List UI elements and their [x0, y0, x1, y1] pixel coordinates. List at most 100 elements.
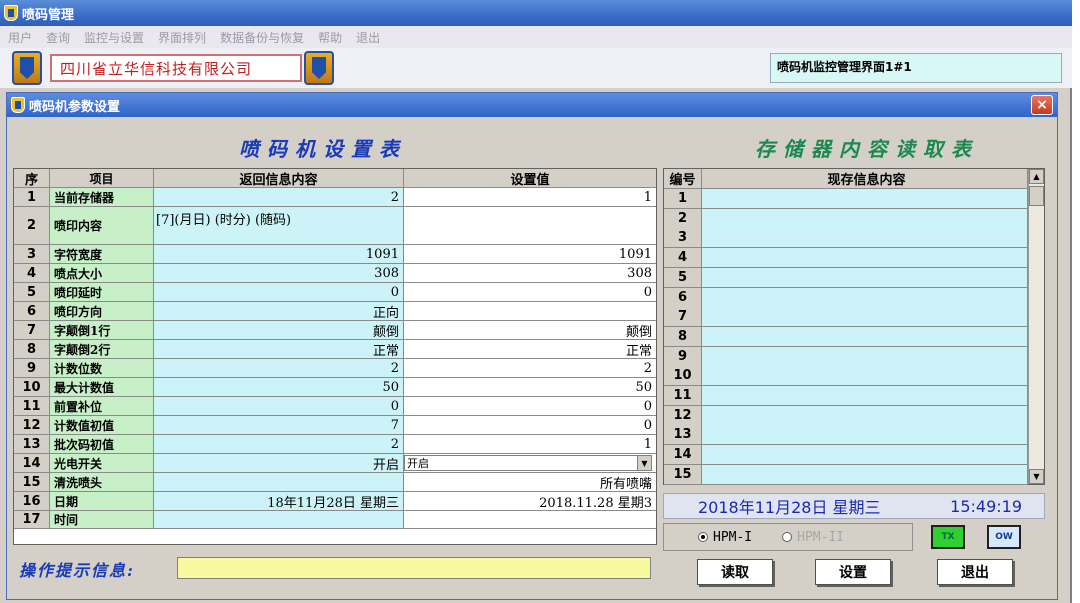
row-item-label: 喷印内容 [50, 207, 154, 244]
company-logo-icon [12, 51, 42, 85]
row-item-label: 计数位数 [50, 359, 154, 377]
table-row: 15 清洗喷头 所有喷嘴 [14, 473, 656, 492]
memory-row[interactable]: 12 [664, 405, 1028, 426]
memory-row[interactable]: 4 [664, 248, 1028, 269]
memory-row[interactable]: 6 [664, 287, 1028, 308]
setting-value-cell[interactable]: 2 [404, 359, 656, 377]
tx-indicator: TX [931, 525, 965, 549]
setting-value-cell[interactable]: 正常 [404, 340, 656, 358]
read-button[interactable]: 读取 [697, 559, 773, 585]
row-item-label: 喷点大小 [50, 264, 154, 282]
return-value-cell: 1091 [154, 245, 404, 263]
exit-button[interactable]: 退出 [937, 559, 1013, 585]
setting-value-cell[interactable]: 308 [404, 264, 656, 282]
radio-unselected-icon[interactable] [782, 532, 793, 542]
setting-value-cell[interactable]: 0 [404, 397, 656, 415]
menu-backup-restore[interactable]: 数据备份与恢复 [220, 29, 304, 46]
memory-row-number: 10 [664, 366, 702, 386]
radio-hpm-1[interactable]: HPM-I [698, 530, 752, 545]
row-number: 9 [14, 359, 50, 377]
menu-layout[interactable]: 界面排列 [158, 29, 206, 46]
column-header: 项目 [50, 169, 154, 187]
setting-value-cell[interactable]: 1091 [404, 245, 656, 263]
setting-value-cell[interactable]: 开启 ▼ [404, 454, 656, 472]
row-item-label: 计数值初值 [50, 416, 154, 434]
row-number: 17 [14, 511, 50, 528]
memory-row[interactable]: 7 [664, 307, 1028, 328]
setting-value-cell[interactable]: 所有喷嘴 [404, 473, 656, 491]
table-row: 14 光电开关 开启 开启 ▼ [14, 454, 656, 473]
memory-content-cell [702, 346, 1028, 366]
date-display: 2018年11月28日 星期三 [698, 498, 881, 517]
close-button[interactable]: × [1031, 95, 1053, 115]
menu-exit[interactable]: 退出 [356, 29, 380, 46]
table-row: 13 批次码初值 2 1 [14, 435, 656, 454]
radio-hpm-2[interactable]: HPM-II [782, 530, 844, 545]
return-value-cell: 2 [154, 435, 404, 453]
setting-value-cell[interactable]: 50 [404, 378, 656, 396]
row-item-label: 清洗喷头 [50, 473, 154, 491]
memory-row-number: 2 [664, 208, 702, 228]
memory-row[interactable]: 15 [664, 464, 1028, 485]
memory-row[interactable]: 11 [664, 386, 1028, 406]
setting-value-cell[interactable]: 1 [404, 188, 656, 206]
memory-table-scrollbar[interactable]: ▲ ▼ [1028, 169, 1044, 484]
memory-row-number: 12 [664, 405, 702, 425]
setting-value-cell[interactable] [404, 511, 656, 528]
setting-value-cell[interactable] [404, 302, 656, 320]
row-number: 2 [14, 207, 50, 244]
memory-row[interactable]: 1 [664, 189, 1028, 209]
setting-value-cell[interactable] [404, 207, 656, 244]
memory-content-cell [702, 189, 1028, 208]
chevron-down-icon[interactable]: ▼ [637, 456, 651, 470]
return-value-cell: 2 [154, 359, 404, 377]
scroll-up-icon[interactable]: ▲ [1029, 169, 1044, 184]
table-row: 10 最大计数值 50 50 [14, 378, 656, 397]
setting-value-cell[interactable]: 2018.11.28 星期3 [404, 492, 656, 510]
ow-indicator: OW [987, 525, 1021, 549]
setting-value-cell[interactable]: 0 [404, 283, 656, 301]
menu-query[interactable]: 查询 [46, 29, 70, 46]
memory-row[interactable]: 14 [664, 445, 1028, 466]
row-item-label: 最大计数值 [50, 378, 154, 396]
memory-content-cell [702, 228, 1028, 248]
table-row: 7 字颠倒1行 颠倒 颠倒 [14, 321, 656, 340]
table-row: 6 喷印方向 正向 [14, 302, 656, 321]
return-value-cell: 18年11月28日 星期三 [154, 492, 404, 510]
menu-help[interactable]: 帮助 [318, 29, 342, 46]
model-radio-group: HPM-I HPM-II [663, 523, 913, 551]
menu-user[interactable]: 用户 [8, 29, 32, 46]
photo-switch-select[interactable]: 开启 ▼ [404, 455, 652, 471]
memory-row-number: 7 [664, 307, 702, 327]
memory-row[interactable]: 8 [664, 326, 1028, 347]
radio-selected-icon[interactable] [698, 532, 708, 542]
memory-row[interactable]: 13 [664, 425, 1028, 446]
memory-row-number: 13 [664, 425, 702, 445]
row-item-label: 喷印延时 [50, 283, 154, 301]
row-number: 8 [14, 340, 50, 358]
memory-row[interactable]: 9 [664, 346, 1028, 367]
setting-value-cell[interactable]: 1 [404, 435, 656, 453]
memory-content-cell [702, 366, 1028, 386]
return-value-cell: 0 [154, 397, 404, 415]
memory-row-number: 3 [664, 228, 702, 248]
memory-row[interactable]: 2 [664, 208, 1028, 229]
scroll-down-icon[interactable]: ▼ [1029, 469, 1044, 484]
radio-hpm-1-label: HPM-I [713, 529, 753, 545]
menu-monitor-settings[interactable]: 监控与设置 [84, 29, 144, 46]
scroll-thumb[interactable] [1029, 186, 1044, 206]
setting-value-cell[interactable]: 0 [404, 416, 656, 434]
column-header: 返回信息内容 [154, 169, 404, 187]
memory-row[interactable]: 10 [664, 366, 1028, 387]
return-value-cell: 308 [154, 264, 404, 282]
select-value: 开启 [407, 457, 429, 470]
memory-row-number: 4 [664, 248, 702, 268]
row-number: 12 [14, 416, 50, 434]
menu-bar: 用户 查询 监控与设置 界面排列 数据备份与恢复 帮助 退出 [0, 26, 1072, 48]
set-button[interactable]: 设置 [815, 559, 891, 585]
memory-row[interactable]: 5 [664, 267, 1028, 288]
return-value-cell: [7](月日) (时分) (随码) [154, 207, 404, 244]
return-value-cell [154, 473, 404, 491]
setting-value-cell[interactable]: 颠倒 [404, 321, 656, 339]
memory-row[interactable]: 3 [664, 228, 1028, 249]
